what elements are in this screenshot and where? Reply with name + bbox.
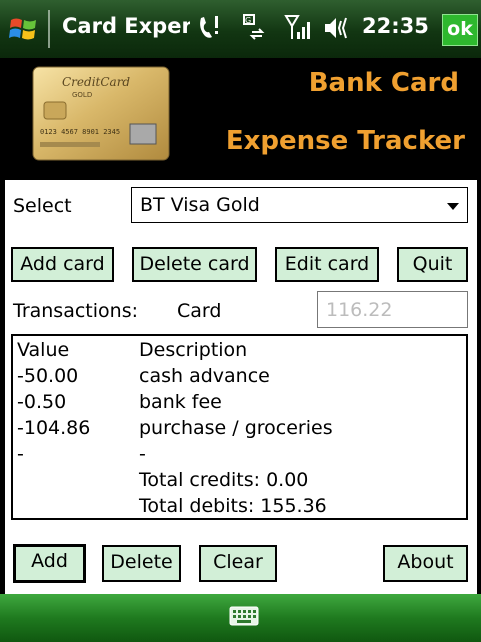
edit-card-button[interactable]: Edit card	[275, 247, 379, 282]
card-number-text: 0123 4567 8901 2345	[40, 128, 120, 136]
transaction-value: -	[17, 443, 24, 465]
quit-button[interactable]: Quit	[397, 247, 468, 282]
card-balance-field[interactable]: 116.22	[317, 291, 468, 328]
title-bar: Card Expen G 22:35 ok	[0, 0, 481, 58]
main-form: Select BT Visa Gold Add card Delete card…	[5, 180, 477, 594]
total-credits-text: Total credits: 0.00	[139, 469, 309, 491]
clear-button[interactable]: Clear	[199, 545, 277, 582]
selected-card-value: BT Visa Gold	[140, 194, 260, 216]
data-connection-icon[interactable]: G	[242, 12, 270, 44]
card-label: Card	[177, 300, 222, 322]
transaction-description: cash advance	[139, 365, 270, 387]
add-button[interactable]: Add	[13, 544, 86, 583]
banner-title-line2: Expense Tracker	[225, 126, 465, 156]
card-balance-value: 116.22	[326, 299, 393, 321]
card-brand-text: CreditCard	[62, 75, 130, 89]
app-title: Card Expen	[62, 14, 190, 38]
ok-button[interactable]: ok	[442, 14, 478, 46]
about-button[interactable]: About	[383, 545, 468, 582]
clock: 22:35	[362, 14, 429, 38]
transaction-description: -	[139, 443, 146, 465]
speaker-volume-icon[interactable]	[322, 12, 354, 44]
antenna-signal-icon[interactable]	[283, 12, 313, 44]
transaction-value: -0.50	[17, 391, 67, 413]
banner: CreditCard GOLD 0123 4567 8901 2345 Bank…	[0, 58, 481, 180]
keyboard-icon[interactable]	[229, 606, 259, 626]
windows-logo-icon[interactable]	[8, 14, 38, 44]
card-tier-text: GOLD	[72, 91, 92, 99]
total-debits-text: Total debits: 155.36	[139, 495, 327, 517]
transaction-value: -104.86	[17, 417, 91, 439]
description-column-header: Description	[139, 339, 248, 361]
transaction-description: purchase / groceries	[139, 417, 333, 439]
card-select-dropdown[interactable]: BT Visa Gold	[131, 187, 468, 223]
delete-button[interactable]: Delete	[102, 545, 181, 582]
banner-title-line1: Bank Card	[308, 68, 459, 98]
transactions-label: Transactions:	[13, 300, 138, 322]
phone-signal-icon[interactable]	[196, 12, 222, 44]
credit-card-image: CreditCard GOLD 0123 4567 8901 2345	[32, 66, 170, 161]
dropdown-arrow-icon[interactable]	[447, 203, 459, 210]
transaction-value: -50.00	[17, 365, 79, 387]
svg-text:G: G	[245, 16, 251, 25]
transaction-description: bank fee	[139, 391, 222, 413]
value-column-header: Value	[17, 339, 70, 361]
transactions-list[interactable]: Value Description -50.00 cash advance -0…	[11, 334, 468, 520]
bottom-bar	[0, 594, 481, 642]
add-card-button[interactable]: Add card	[11, 247, 114, 282]
titlebar-separator	[48, 10, 50, 48]
delete-card-button[interactable]: Delete card	[132, 247, 257, 282]
select-label: Select	[13, 195, 72, 217]
